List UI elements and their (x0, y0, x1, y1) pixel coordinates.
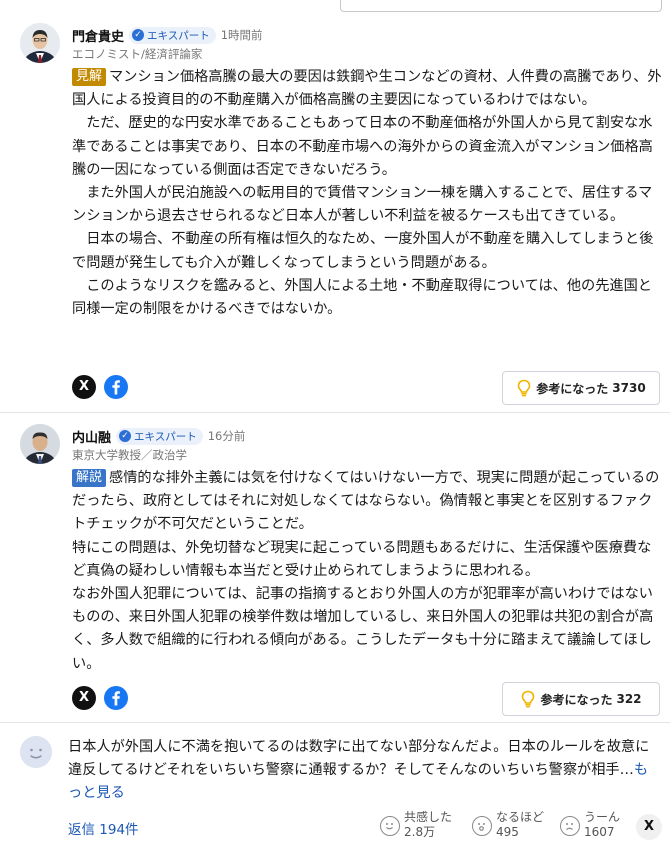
expert-badge: ✓ エキスパート (129, 26, 216, 44)
author-row: 内山融 ✓ エキスパート 16分前 (72, 426, 245, 446)
avatar[interactable] (20, 23, 60, 63)
reaction-hmm-button[interactable]: うーん 1607 (560, 810, 620, 840)
paragraph: ただ、歴史的な円安水準であることもあって日本の不動産価格が外国人から見て割安な水… (72, 115, 653, 178)
paragraph: このようなリスクを鑑みると、外国人による土地・不動産取得については、他の先進国と… (72, 277, 652, 318)
lightbulb-icon (522, 690, 535, 708)
frown-face-icon (560, 816, 580, 836)
useful-button[interactable]: 参考になった 3730 (502, 371, 660, 405)
author-title: 東京大学教授／政治学 (72, 448, 187, 462)
x-share-icon[interactable]: X (72, 375, 96, 399)
paragraph: マンション価格高騰の最大の要因は鉄鋼や生コンなどの資材、人件費の高騰であり、外国… (72, 69, 662, 109)
paragraph: なお外国人犯罪については、記事の指摘するとおり外国人の方が犯罪率が高いわけではな… (72, 586, 654, 672)
useful-button[interactable]: 参考になった 322 (502, 682, 660, 716)
facebook-share-icon[interactable] (104, 686, 128, 710)
reaction-count: 1607 (584, 825, 615, 839)
reaction-label: うーん (584, 810, 621, 824)
reaction-label: なるほど (496, 810, 545, 824)
comment-body: 見解 マンション価格高騰の最大の要因は鉄鋼や生コンなどの資材、人件費の高騰であり、… (72, 66, 664, 321)
timestamp: 1時間前 (220, 28, 263, 42)
lightbulb-icon (517, 379, 531, 397)
badge-label: エキスパート (134, 430, 197, 443)
surprised-face-icon (472, 816, 492, 836)
check-icon: ✓ (132, 29, 145, 41)
comment-text: 日本人が外国人に不満を抱いてるのは数字に出てない部分なんだよ。日本のルールを故意… (68, 739, 650, 778)
reaction-empathy-button[interactable]: 共感した 2.8万 (380, 810, 452, 840)
x-share-icon[interactable]: X (72, 686, 96, 710)
author-name[interactable]: 内山融 (72, 427, 111, 446)
useful-label: 参考になった (540, 692, 613, 707)
check-icon: ✓ (119, 430, 132, 442)
smile-icon (380, 816, 400, 836)
facebook-share-icon[interactable] (104, 375, 128, 399)
user-comment-text: 日本人が外国人に不満を抱いてるのは数字に出てない部分なんだよ。日本のルールを故意… (68, 736, 660, 805)
author-row: 門倉貴史 ✓ エキスパート 1時間前 (72, 25, 263, 45)
author-name[interactable]: 門倉貴史 (72, 26, 124, 45)
reaction-count: 2.8万 (404, 825, 436, 839)
paragraph: また外国人が民泊施設への転用目的で賃借マンション一棟を購入することで、居住するマ… (72, 185, 653, 225)
divider (0, 722, 670, 723)
timestamp: 16分前 (207, 429, 246, 443)
expert-badge: ✓ エキスパート (116, 427, 203, 445)
author-title: エコノミスト/経済評論家 (72, 47, 203, 61)
divider (0, 412, 670, 413)
user-avatar-icon (20, 736, 52, 768)
reaction-naruhodo-button[interactable]: なるほど 495 (472, 810, 544, 840)
paragraph: 日本の場合、不動産の所有権は恒久的なため、一度外国人が不動産を購入してしまうと後… (72, 231, 654, 271)
replies-link[interactable]: 返信 194件 (68, 818, 139, 838)
x-share-icon[interactable]: X (636, 814, 662, 840)
top-button[interactable] (340, 0, 662, 12)
reaction-count: 495 (496, 825, 519, 839)
avatar[interactable] (20, 424, 60, 464)
useful-count: 322 (616, 692, 642, 706)
useful-label: 参考になった (536, 381, 609, 396)
comment-body: 解説 感情的な排外主義には気を付けなくてはいけない一方で、現実に問題が起こっている… (72, 467, 664, 676)
commentary-tag: 解説 (72, 469, 107, 487)
opinion-tag: 見解 (72, 68, 107, 86)
useful-count: 3730 (612, 381, 646, 395)
paragraph: 特にこの問題は、外免切替など現実に起こっている問題もあるだけに、生活保護や医療費… (72, 539, 652, 579)
paragraph: 感情的な排外主義には気を付けなくてはいけない一方で、現実に問題が起こっているのだ… (72, 470, 660, 533)
badge-label: エキスパート (147, 29, 210, 42)
reaction-label: 共感した (404, 810, 453, 824)
